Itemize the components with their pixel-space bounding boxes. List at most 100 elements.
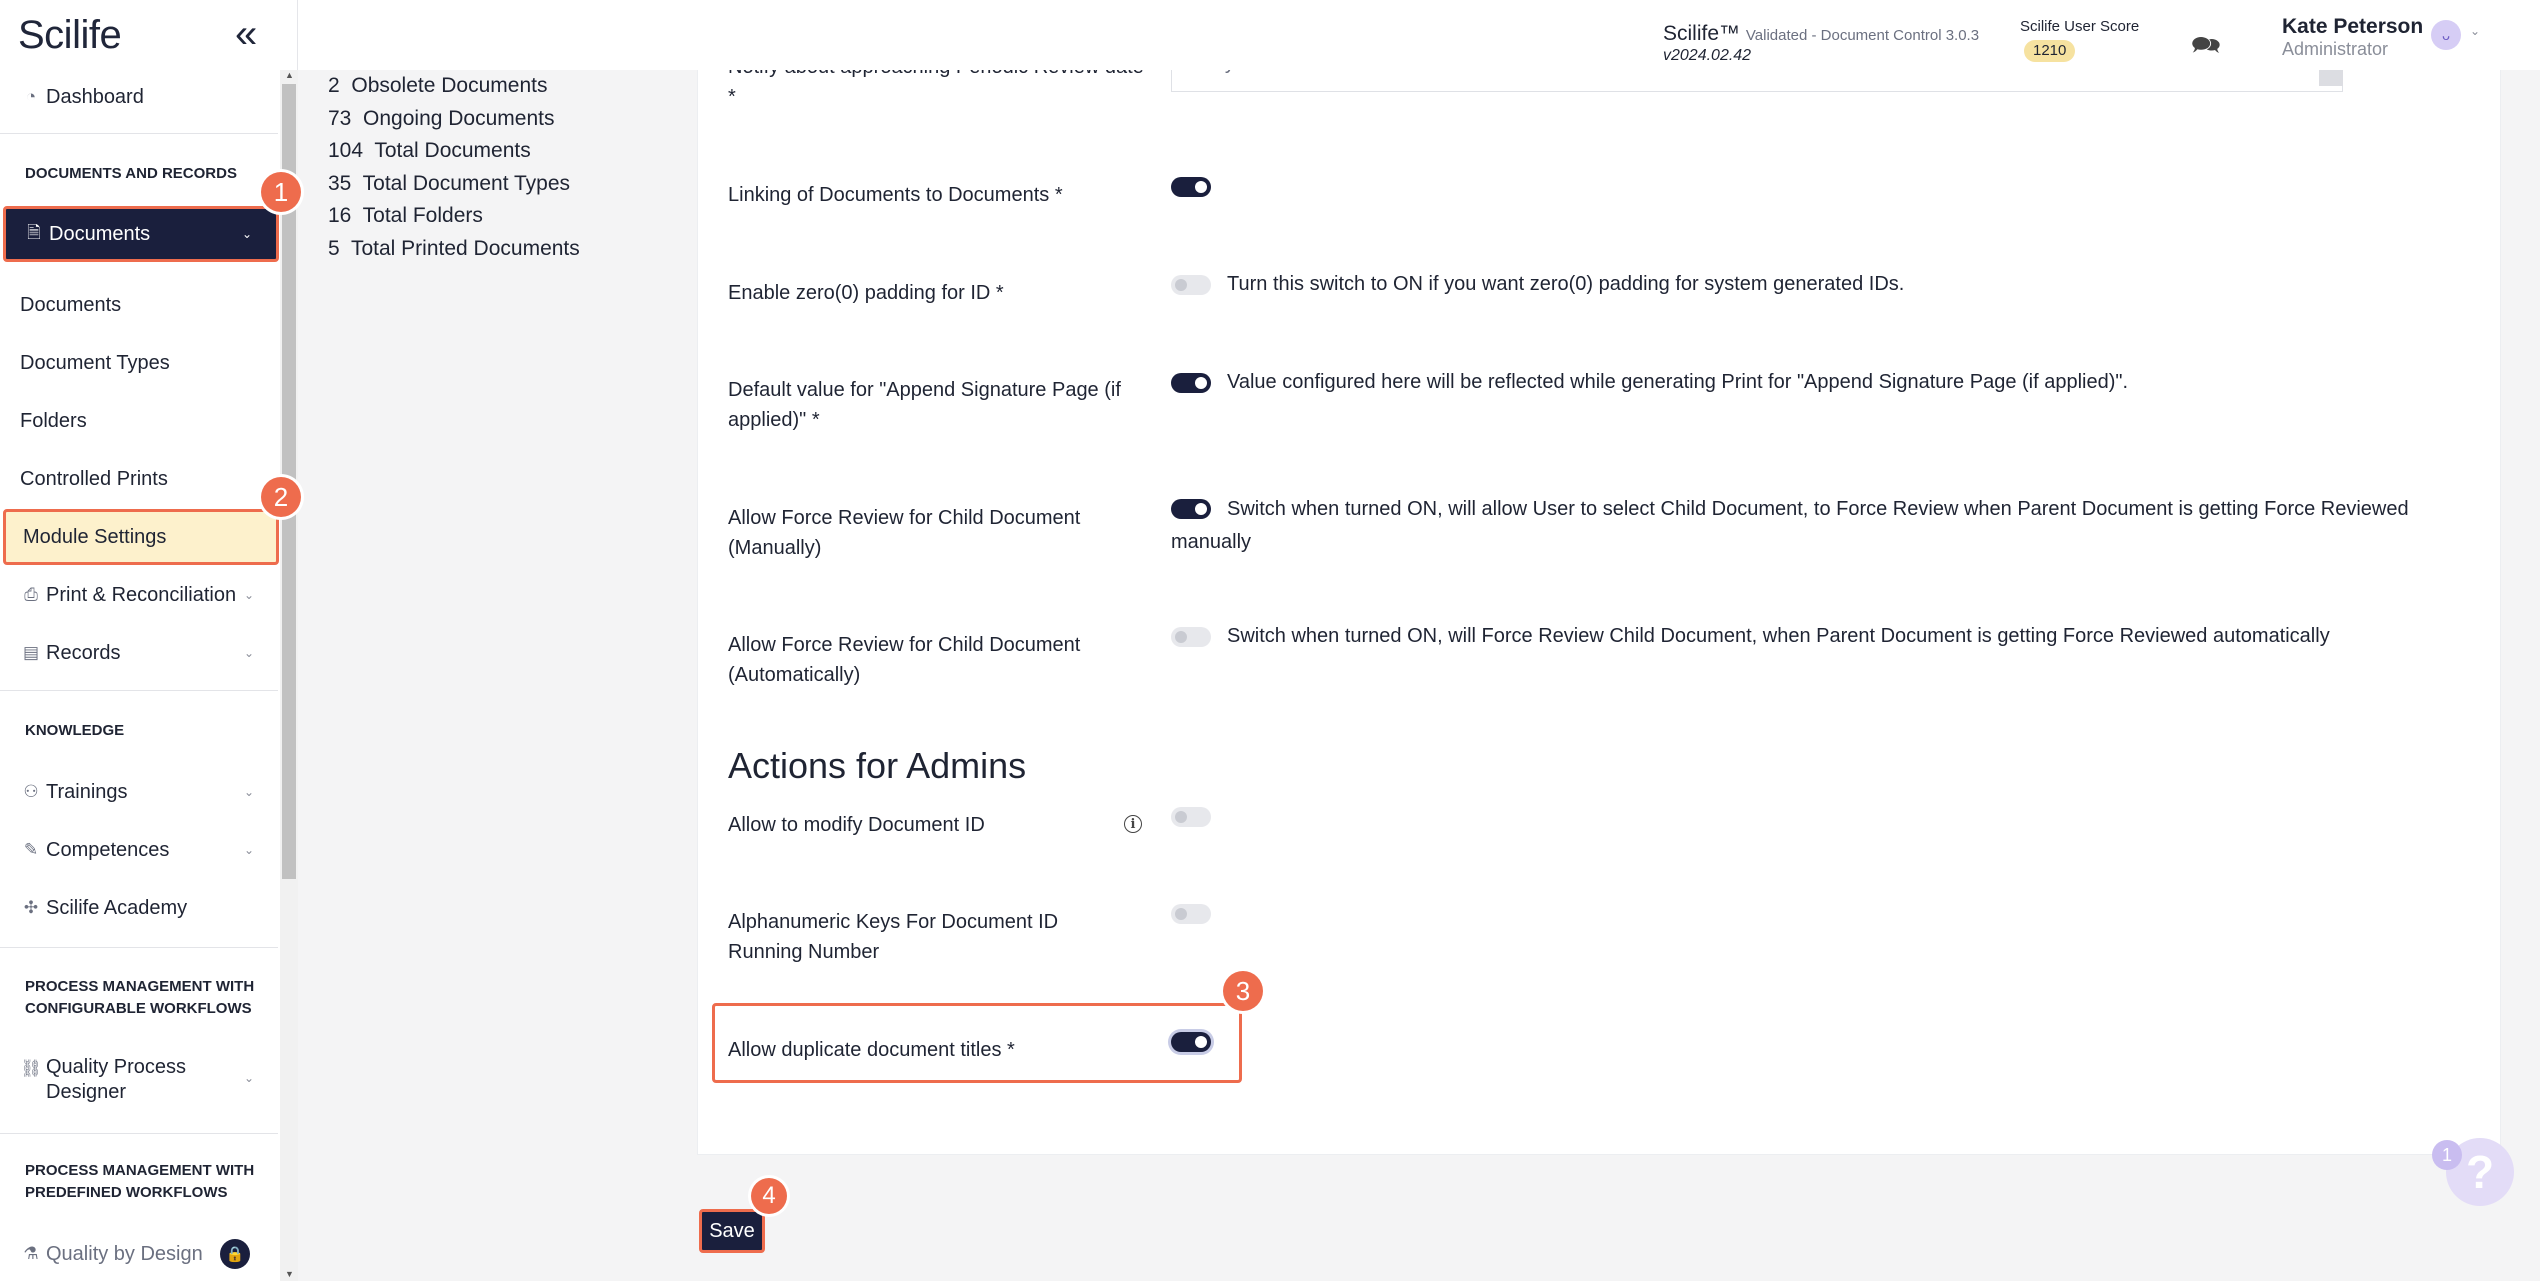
zero-padding-label: Enable zero(0) padding for ID * <box>728 282 1004 304</box>
divider <box>0 690 278 691</box>
sidebar-item-label: Competences <box>46 838 170 861</box>
section-pm-configurable: PROCESS MANAGEMENT WITH CONFIGURABLE WOR… <box>25 978 255 1017</box>
academy-icon: ✣ <box>23 898 39 917</box>
linking-label: Linking of Documents to Documents * <box>728 184 1063 206</box>
stat-row: 16 Total Folders <box>328 200 580 233</box>
divider <box>0 1133 278 1134</box>
section-pm-predefined: PROCESS MANAGEMENT WITH PREDEFINED WORKF… <box>25 1162 255 1201</box>
chat-icon[interactable]: 🗪 <box>2191 28 2221 69</box>
avatar[interactable]: ᴗ <box>2431 20 2461 50</box>
stat-count: 104 <box>328 139 364 163</box>
stat-count: 16 <box>328 204 352 228</box>
printer-icon: ⎙ <box>24 585 38 604</box>
divider <box>0 947 278 948</box>
chevron-down-icon: ⌄ <box>243 588 254 602</box>
zero-padding-toggle[interactable] <box>1171 275 1211 295</box>
sidebar-item-label: Document Types <box>20 351 170 374</box>
force-review-manual-help: Switch when turned ON, will allow User t… <box>1171 498 2409 553</box>
document-stats: 2 Obsolete Documents 73 Ongoing Document… <box>328 70 580 266</box>
sidebar-item-module-settings[interactable]: Module Settings <box>3 509 279 565</box>
section-documents-records: DOCUMENTS AND RECORDS <box>25 165 237 182</box>
quality-design-icon: ⚗ <box>23 1244 39 1263</box>
collapse-sidebar-icon[interactable]: « <box>235 14 257 54</box>
modify-id-label: Allow to modify Document ID <box>728 814 985 836</box>
chevron-down-icon: ⌄ <box>243 843 254 857</box>
sidebar-item-competences[interactable]: ✎ Competences ⌄ <box>0 833 278 867</box>
sidebar-item-label: Dashboard <box>46 85 144 108</box>
sidebar-item-print-reconciliation[interactable]: ⎙ Print & Reconciliation ⌄ <box>0 578 278 612</box>
sidebar-item-academy[interactable]: ✣ Scilife Academy <box>0 891 278 925</box>
chevron-down-icon[interactable]: ⌄ <box>2470 24 2480 38</box>
alphanumeric-toggle[interactable] <box>1171 904 1211 924</box>
linking-toggle[interactable] <box>1171 177 1211 197</box>
user-name[interactable]: Kate Peterson <box>2282 15 2423 39</box>
sidebar-item-label: Quality Process Designer <box>46 1056 187 1103</box>
sidebar-item-trainings[interactable]: ⚇ Trainings ⌄ <box>0 775 278 809</box>
scroll-up-icon[interactable]: ▲ <box>285 70 294 80</box>
chevron-down-icon: ⌄ <box>243 646 254 660</box>
sidebar-item-folders[interactable]: Folders <box>0 404 278 438</box>
sidebar-item-documents[interactable]: Documents <box>0 288 278 322</box>
sidebar-item-label: Trainings <box>46 780 128 803</box>
force-review-auto-label: Allow Force Review for Child Document (A… <box>728 634 1081 686</box>
append-signature-toggle[interactable] <box>1171 373 1211 393</box>
sidebar-item-controlled-prints[interactable]: Controlled Prints <box>0 462 278 496</box>
append-signature-help: Value configured here will be reflected … <box>1227 371 2129 393</box>
scroll-down-icon[interactable]: ▼ <box>285 1269 294 1279</box>
duplicate-titles-toggle[interactable] <box>1171 1032 1211 1052</box>
sidebar-item-label: Documents <box>49 222 151 245</box>
header-content: Scilife™ Validated - Document Control 3.… <box>298 0 2540 70</box>
document-icon: 🗎 <box>27 222 41 242</box>
sidebar-item-label: Quality by Design <box>46 1242 203 1265</box>
stat-count: 5 <box>328 236 340 260</box>
stat-label: Total Documents <box>374 139 531 163</box>
step-badge-1: 1 <box>261 172 301 212</box>
validated-text: Validated - Document Control 3.0.3 <box>1745 27 1980 44</box>
stat-label: Total Printed Documents <box>350 236 580 260</box>
sidebar-item-documents-group[interactable]: 🗎 Documents ⌄ <box>3 206 279 262</box>
sidebar-item-document-types[interactable]: Document Types <box>0 346 278 380</box>
stat-count: 73 <box>328 106 352 130</box>
sidebar-item-label: Module Settings <box>23 525 167 548</box>
sidebar-item-label: Scilife Academy <box>46 896 188 919</box>
help-count-badge: 1 <box>2432 1140 2462 1170</box>
sidebar-scrollbar[interactable]: ▲ ▼ <box>280 70 298 1281</box>
step-badge-3: 3 <box>1223 971 1263 1011</box>
zero-padding-help: Turn this switch to ON if you want zero(… <box>1227 273 1905 295</box>
admins-heading: Actions for Admins <box>728 745 1027 786</box>
score-badge: 1210 <box>2024 40 2076 62</box>
chevron-down-icon: ⌄ <box>243 785 254 799</box>
stat-row: 73 Ongoing Documents <box>328 103 580 136</box>
stat-row: 2 Obsolete Documents <box>328 70 580 103</box>
sidebar-item-dashboard[interactable]: ◔ Dashboard <box>0 80 278 114</box>
stat-row: 104 Total Documents <box>328 135 580 168</box>
step-badge-2: 2 <box>261 477 301 517</box>
force-review-manual-label: Allow Force Review for Child Document (M… <box>728 507 1081 559</box>
modify-id-toggle[interactable] <box>1171 807 1211 827</box>
sidebar-item-label: Controlled Prints <box>20 467 168 490</box>
alphanumeric-label: Alphanumeric Keys For Document ID Runnin… <box>728 911 1059 963</box>
stat-label: Obsolete Documents <box>351 74 548 97</box>
sidebar-item-label: Records <box>46 641 121 664</box>
user-role: Administrator <box>2282 39 2389 59</box>
sidebar: Scilife « ◔ Dashboard DOCUMENTS AND RECO… <box>0 0 301 1281</box>
duplicate-titles-label: Allow duplicate document titles * <box>728 1039 1015 1061</box>
stat-label: Ongoing Documents <box>363 106 555 130</box>
product-name: Scilife™ <box>1663 22 1741 45</box>
save-button[interactable]: Save <box>699 1209 765 1253</box>
force-review-auto-toggle[interactable] <box>1171 627 1211 647</box>
sidebar-item-quality-process-designer[interactable]: ⛓ Quality Process Designer ⌄ <box>0 1055 278 1105</box>
sidebar-item-label: Folders <box>20 409 87 432</box>
sidebar-item-label: Print & Reconciliation <box>46 583 237 606</box>
stat-row: 5 Total Printed Documents <box>328 233 580 266</box>
section-knowledge: KNOWLEDGE <box>25 722 125 739</box>
lock-icon: 🔒 <box>220 1239 250 1269</box>
sidebar-item-quality-by-design[interactable]: ⚗ Quality by Design 🔒 <box>0 1237 278 1271</box>
scilife-logo: Scilife <box>18 12 122 57</box>
sidebar-item-records[interactable]: ▤ Records ⌄ <box>0 636 278 670</box>
chevron-down-icon: ⌄ <box>241 227 252 241</box>
competences-icon: ✎ <box>23 840 39 859</box>
sidebar-item-label: Documents <box>20 293 122 316</box>
info-icon[interactable]: i <box>1124 815 1142 833</box>
chevron-down-icon: ⌄ <box>243 1071 254 1085</box>
